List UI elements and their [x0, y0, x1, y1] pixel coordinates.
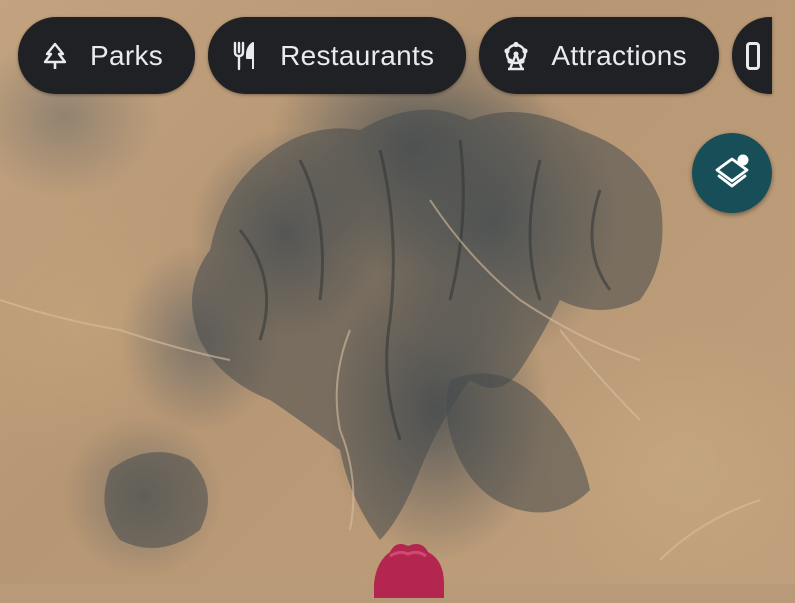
tree-icon [40, 41, 70, 71]
layers-button[interactable] [692, 133, 772, 213]
parks-label: Parks [90, 39, 164, 71]
restaurants-label: Restaurants [280, 39, 435, 71]
fork-knife-icon [230, 41, 260, 71]
layers-icon [712, 151, 752, 196]
location-pin-icon[interactable] [370, 538, 448, 598]
ferris-wheel-icon [501, 41, 531, 71]
attractions-chip[interactable]: Attractions [479, 17, 719, 94]
parks-chip[interactable]: Parks [18, 17, 196, 94]
more-categories-chip[interactable] [731, 17, 772, 94]
restaurants-chip[interactable]: Restaurants [208, 17, 467, 94]
category-chips: Parks Restaurants Attractions [18, 17, 772, 94]
attractions-label: Attractions [551, 39, 687, 71]
hotel-icon [745, 41, 760, 70]
